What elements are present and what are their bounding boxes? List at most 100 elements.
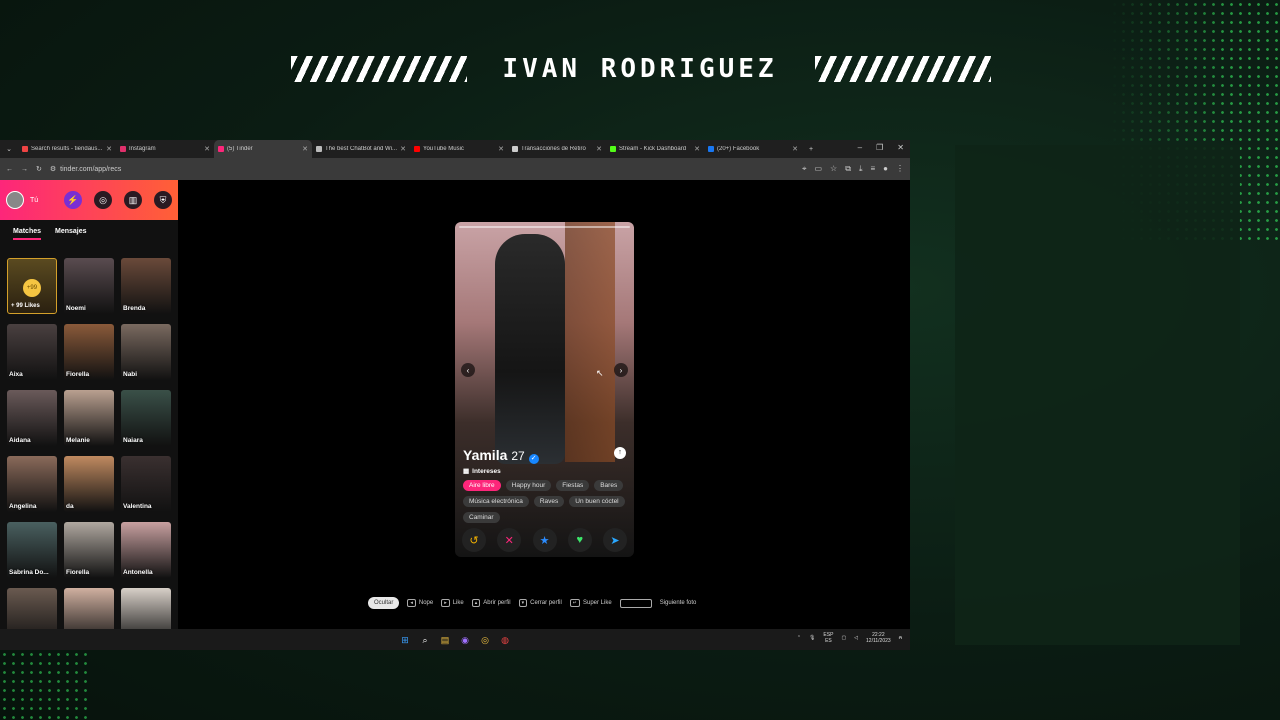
- browser-tab[interactable]: YouTube Music ✕: [410, 140, 508, 158]
- hide-shortcuts-button[interactable]: Ocultar: [368, 597, 400, 609]
- file-explorer-icon[interactable]: ▤: [439, 634, 451, 646]
- obs-icon[interactable]: ◍: [499, 634, 511, 646]
- new-tab-button[interactable]: +: [802, 146, 820, 153]
- super-like-icon[interactable]: ★: [532, 528, 557, 552]
- chrome-icon[interactable]: ◎: [479, 634, 491, 646]
- tab-close-icon[interactable]: ✕: [596, 145, 602, 153]
- browser-tab[interactable]: The best ChatBot and Wi... ✕: [312, 140, 410, 158]
- browser-tab[interactable]: Transacciones de Retiro ✕: [508, 140, 606, 158]
- match-card[interactable]: da: [64, 456, 114, 512]
- profile-icon[interactable]: ●: [883, 164, 888, 174]
- profile-card[interactable]: ‹ › ↑ Yamila 27 ✓ ▦ Intereses Aire libre…: [455, 222, 634, 557]
- language-indicator[interactable]: ESP ES: [823, 632, 833, 644]
- cast-icon[interactable]: ▭: [814, 164, 822, 174]
- next-photo-icon[interactable]: ›: [614, 363, 628, 377]
- extensions-icon[interactable]: ⧉: [845, 164, 851, 174]
- back-icon[interactable]: ←: [6, 166, 13, 173]
- slash-decoration-left: [291, 56, 467, 82]
- forward-icon[interactable]: →: [21, 166, 28, 173]
- enter-key-icon: ↵: [569, 599, 580, 607]
- interests-list: Aire libre Happy hour Fiestas Bares Música e…: [463, 480, 626, 523]
- browser-tab[interactable]: (20+) Facebook ✕: [704, 140, 802, 158]
- tab-close-icon[interactable]: ✕: [792, 145, 798, 153]
- notification-bell-icon[interactable]: ⍾: [899, 635, 902, 641]
- tab-title: Instagram: [129, 146, 156, 152]
- windows-taskbar: ⊞ ⌕ ▤ ◉ ◎ ◍ ⌃ 🎙 ESP ES ▢ ◁ 22:22 12/11/202…: [0, 629, 910, 650]
- tab-matches[interactable]: Matches: [13, 228, 42, 240]
- tab-title: (20+) Facebook: [717, 146, 760, 152]
- boost-icon[interactable]: ⚡: [64, 191, 82, 209]
- match-card[interactable]: Nabi: [121, 324, 171, 380]
- like-icon[interactable]: ♥: [567, 528, 592, 552]
- tray-chevron-icon[interactable]: ⌃: [797, 635, 801, 641]
- match-card[interactable]: Aidana: [7, 390, 57, 446]
- tab-favicon-icon: [22, 146, 28, 152]
- tab-title: YouTube Music: [423, 146, 464, 152]
- avatar[interactable]: [6, 191, 24, 209]
- browser-tab[interactable]: (5) Tinder ✕: [214, 140, 312, 158]
- tab-messages[interactable]: Mensajes: [55, 228, 87, 240]
- bookmark-star-icon[interactable]: ☆: [830, 164, 837, 174]
- tab-close-icon[interactable]: ✕: [400, 145, 406, 153]
- match-card[interactable]: Fiorella: [64, 522, 114, 578]
- match-card[interactable]: Sabrina Do...: [7, 522, 57, 578]
- likes-card[interactable]: +99 + 99 Likes: [7, 258, 57, 314]
- explore-icon[interactable]: ◎: [94, 191, 112, 209]
- boost-send-icon[interactable]: ➤: [603, 528, 627, 552]
- browser-tab[interactable]: Stream - Kick Dashboard ✕: [606, 140, 704, 158]
- tab-close-icon[interactable]: ✕: [498, 145, 504, 153]
- match-card[interactable]: Melanie: [64, 390, 114, 446]
- tab-close-icon[interactable]: ✕: [302, 145, 308, 153]
- search-icon[interactable]: ⌕: [419, 634, 431, 646]
- system-tray: ⌃ 🎙 ESP ES ▢ ◁ 22:22 12/11/2023 ⍾: [797, 632, 902, 644]
- discord-icon[interactable]: ◉: [459, 634, 471, 646]
- nope-icon[interactable]: ✕: [497, 528, 522, 552]
- browser-tab[interactable]: Search results - tiendaus... ✕: [18, 140, 116, 158]
- shield-icon[interactable]: ⛨: [154, 191, 172, 209]
- likes-label: + 99 Likes: [11, 303, 40, 309]
- url-field[interactable]: ⚙ tinder.com/app/recs: [50, 165, 794, 174]
- match-card[interactable]: Antonella: [121, 522, 171, 578]
- tab-close-icon[interactable]: ✕: [204, 145, 210, 153]
- media-icon[interactable]: ≡: [870, 164, 875, 174]
- photo-progress-bar: [459, 226, 630, 228]
- tab-close-icon[interactable]: ✕: [694, 145, 700, 153]
- browser-tab[interactable]: Instagram ✕: [116, 140, 214, 158]
- tab-close-icon[interactable]: ✕: [106, 145, 112, 153]
- match-name: Angelina: [9, 503, 37, 510]
- volume-icon[interactable]: ◁: [854, 635, 858, 641]
- match-name: Valentina: [123, 503, 152, 510]
- site-info-icon[interactable]: ⚙: [50, 165, 56, 173]
- match-card[interactable]: Brenda: [121, 258, 171, 314]
- banner-title: IVAN RODRIGUEZ: [502, 54, 778, 84]
- reload-icon[interactable]: ↻: [36, 165, 42, 173]
- prev-photo-icon[interactable]: ‹: [461, 363, 475, 377]
- user-label[interactable]: Tú: [30, 197, 52, 204]
- menu-icon[interactable]: ⋮: [896, 164, 904, 174]
- match-name: Aidana: [9, 437, 31, 444]
- location-icon[interactable]: ⌖: [802, 164, 807, 174]
- tab-search-icon[interactable]: ⌄: [0, 145, 18, 153]
- minimize-icon[interactable]: –: [858, 143, 862, 152]
- download-icon[interactable]: ⤓: [859, 164, 863, 174]
- match-card[interactable]: Noemi: [64, 258, 114, 314]
- briefcase-icon[interactable]: ▥: [124, 191, 142, 209]
- clock[interactable]: 22:22 12/11/2023: [866, 632, 891, 644]
- right-key-icon: ▸: [441, 599, 450, 607]
- match-card[interactable]: Naiara: [121, 390, 171, 446]
- keyboard-shortcuts: Ocultar ◂ Nope ▸ Like ▴ Abrir perfil ▾ Cerra…: [368, 597, 696, 609]
- match-card[interactable]: Valentina: [121, 456, 171, 512]
- network-icon[interactable]: ▢: [841, 635, 846, 641]
- slash-decoration-right: [815, 56, 991, 82]
- microphone-icon[interactable]: 🎙: [809, 635, 815, 641]
- restore-icon[interactable]: ❐: [876, 143, 883, 152]
- tab-favicon-icon: [512, 146, 518, 152]
- close-icon[interactable]: ✕: [897, 143, 904, 152]
- match-card[interactable]: Aixa: [7, 324, 57, 380]
- windows-start-icon[interactable]: ⊞: [399, 634, 411, 646]
- match-card[interactable]: Fiorella: [64, 324, 114, 380]
- match-card[interactable]: Angelina: [7, 456, 57, 512]
- space-key-icon: [619, 598, 652, 608]
- interest-chip: Fiestas: [556, 480, 590, 491]
- rewind-icon[interactable]: ↺: [462, 528, 486, 552]
